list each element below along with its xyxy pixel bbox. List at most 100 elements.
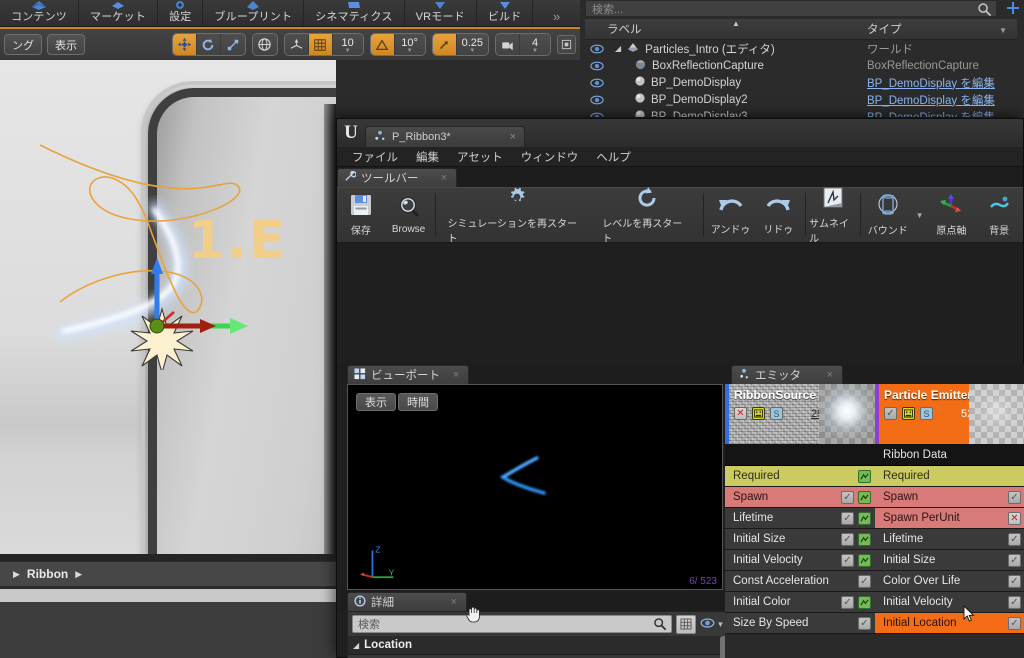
module-row-const-acceleration[interactable]: Const Acceleration ✓ xyxy=(725,571,875,592)
toolbar-pill-ng[interactable]: ング xyxy=(4,34,42,55)
solo-icon[interactable]: S xyxy=(770,407,783,420)
tab-viewport[interactable]: ビューポート × xyxy=(347,365,470,384)
chevron-down-icon[interactable]: ▼ xyxy=(717,620,725,629)
bounds-button[interactable]: バウンド xyxy=(864,188,912,242)
restart-simulation-button[interactable]: シミュレーションを再スタート xyxy=(439,187,594,245)
module-row-initial-size[interactable]: Initial Size ✓ xyxy=(875,550,1024,571)
save-button[interactable]: 保存 xyxy=(337,188,385,242)
details-category-location[interactable]: ◢ Location xyxy=(348,636,728,655)
module-row-initial-location[interactable]: Initial Location ✓ xyxy=(875,613,1024,634)
module-row-required[interactable]: Required xyxy=(875,466,1024,487)
close-icon[interactable]: × xyxy=(819,369,833,381)
menu-item-cinematics[interactable]: シネマティクス xyxy=(304,0,405,26)
curve-graph-icon[interactable] xyxy=(858,490,871,504)
module-row-initial-velocity[interactable]: Initial Velocity ✓ xyxy=(875,592,1024,613)
emitter-header[interactable]: RibbonSource ✕ S 29 xyxy=(725,384,875,444)
level-viewport[interactable]: 1.E xyxy=(0,60,336,554)
restart-level-button[interactable]: レベルを再スタート xyxy=(594,186,699,245)
tab-emitter[interactable]: エミッタ × xyxy=(731,365,843,384)
module-disable-checkbox[interactable]: ✕ xyxy=(1008,511,1021,525)
module-row-initial-color[interactable]: Initial Color ✓ xyxy=(725,592,875,613)
expand-triangle-icon[interactable]: ◢ xyxy=(353,641,359,650)
surface-snap-icon[interactable] xyxy=(284,34,309,55)
module-row-size-by-speed[interactable]: Size By Speed ✓ xyxy=(725,613,875,634)
module-row-lifetime[interactable]: Lifetime ✓ xyxy=(875,529,1024,550)
menu-item-blueprint[interactable]: ブループリント xyxy=(203,0,305,26)
visibility-eye-icon[interactable] xyxy=(585,95,609,105)
module-enable-checkbox[interactable]: ✓ xyxy=(1008,595,1021,609)
grid-snap-value[interactable]: 10 ▼ xyxy=(332,34,363,55)
module-row-spawn[interactable]: Spawn ✓ xyxy=(875,487,1024,508)
curve-graph-icon[interactable] xyxy=(858,511,871,525)
module-enable-checkbox[interactable]: ✓ xyxy=(1008,490,1021,504)
tick-yellow-icon[interactable] xyxy=(752,407,765,420)
breadcrumb[interactable]: ▶ Ribbon ▶ xyxy=(0,561,336,587)
background-button[interactable]: 背景 xyxy=(975,188,1023,242)
scale-snap-icon[interactable] xyxy=(432,34,457,55)
details-search-input[interactable]: 検索 xyxy=(352,615,672,633)
visibility-eye-icon[interactable] xyxy=(585,61,609,71)
menu-file[interactable]: ファイル xyxy=(343,149,407,165)
grid-view-icon[interactable] xyxy=(676,614,696,634)
solo-icon[interactable]: S xyxy=(920,407,933,420)
menu-item-marketplace[interactable]: マーケット xyxy=(79,0,158,26)
emitter-column-particle-emitter[interactable]: Particle Emitter ✓ S 523 Ribbo xyxy=(875,384,1024,658)
emitter-column-empty[interactable] xyxy=(725,634,875,658)
move-gizmo-icon[interactable] xyxy=(172,34,197,55)
close-icon[interactable]: × xyxy=(433,172,447,184)
menu-help[interactable]: ヘルプ xyxy=(587,149,640,165)
undo-button[interactable]: アンドゥ xyxy=(707,188,755,242)
module-enable-checkbox[interactable]: ✓ xyxy=(858,616,871,630)
module-row-spawn[interactable]: Spawn ✓ xyxy=(725,487,875,508)
emitter-header[interactable]: Particle Emitter ✓ S 523 xyxy=(875,384,1024,444)
browse-button[interactable]: Browse xyxy=(385,188,433,242)
module-enable-checkbox[interactable]: ✓ xyxy=(1008,574,1021,588)
tab-details[interactable]: 詳細 × xyxy=(347,592,467,611)
menu-item-content[interactable]: コンテンツ xyxy=(0,0,79,26)
outliner-row-type-link[interactable]: BP_DemoDisplay を編集 xyxy=(867,75,1017,91)
menu-overflow[interactable]: » xyxy=(533,0,580,26)
bounds-dropdown-chevron-icon[interactable]: ▼ xyxy=(912,188,928,242)
expand-triangle-icon[interactable]: ◢ xyxy=(615,44,621,53)
module-enable-checkbox[interactable]: ✓ xyxy=(841,553,854,567)
close-icon[interactable]: × xyxy=(445,369,459,381)
camera-speed-value[interactable]: 4 ▼ xyxy=(520,34,550,55)
module-row-color-over-life[interactable]: Color Over Life ✓ xyxy=(875,571,1024,592)
details-view-options[interactable]: ▼ xyxy=(700,615,724,634)
visibility-eye-icon[interactable] xyxy=(585,44,609,54)
outliner-column-label[interactable]: ラベル xyxy=(607,24,642,36)
angle-snap-value[interactable]: 10° ▼ xyxy=(394,34,425,55)
emitter-type-data[interactable]: Ribbon Data xyxy=(875,444,1024,466)
module-enable-checkbox[interactable]: ✓ xyxy=(841,532,854,546)
module-enable-checkbox[interactable]: ✓ xyxy=(841,490,854,504)
module-enable-checkbox[interactable]: ✓ xyxy=(1008,553,1021,567)
angle-snap-icon[interactable] xyxy=(370,34,395,55)
module-enable-checkbox[interactable]: ✓ xyxy=(841,595,854,609)
curve-graph-icon[interactable] xyxy=(858,595,871,609)
menu-item-vr-mode[interactable]: VRモード xyxy=(405,0,477,26)
document-tab[interactable]: P_Ribbon3* × xyxy=(365,126,525,147)
menu-window[interactable]: ウィンドウ xyxy=(512,149,588,165)
menu-item-build[interactable]: ビルド xyxy=(477,0,534,26)
module-row-lifetime[interactable]: Lifetime ✓ xyxy=(725,508,875,529)
column-options-icon[interactable]: ▼ xyxy=(999,26,1007,35)
module-row-initial-size[interactable]: Initial Size ✓ xyxy=(725,529,875,550)
visibility-eye-icon[interactable] xyxy=(585,78,609,88)
transform-gizmo[interactable] xyxy=(112,250,292,370)
scale-snap-value[interactable]: 0.25 ▼ xyxy=(456,34,488,55)
module-enable-checkbox[interactable]: ✓ xyxy=(858,574,871,588)
menu-item-settings[interactable]: 設定 xyxy=(158,0,204,26)
module-row-initial-velocity[interactable]: Initial Velocity ✓ xyxy=(725,550,875,571)
close-icon[interactable]: × xyxy=(443,596,457,608)
curve-graph-icon[interactable] xyxy=(858,553,871,567)
tick-yellow-icon[interactable] xyxy=(902,407,915,420)
menu-asset[interactable]: アセット xyxy=(448,149,512,165)
camera-speed-icon[interactable] xyxy=(496,34,520,55)
table-row[interactable]: BP_DemoDisplay2 BP_DemoDisplay を編集 xyxy=(585,91,1017,108)
rotate-gizmo-icon[interactable] xyxy=(196,34,221,55)
breadcrumb-right-arrow-icon[interactable]: ▶ xyxy=(75,569,82,580)
emitter-column-empty[interactable] xyxy=(875,634,1024,658)
table-row[interactable]: BP_DemoDisplay BP_DemoDisplay を編集 xyxy=(585,74,1017,91)
outliner-search-input[interactable]: 検索... xyxy=(585,0,997,17)
world-globe-icon[interactable] xyxy=(252,34,277,55)
